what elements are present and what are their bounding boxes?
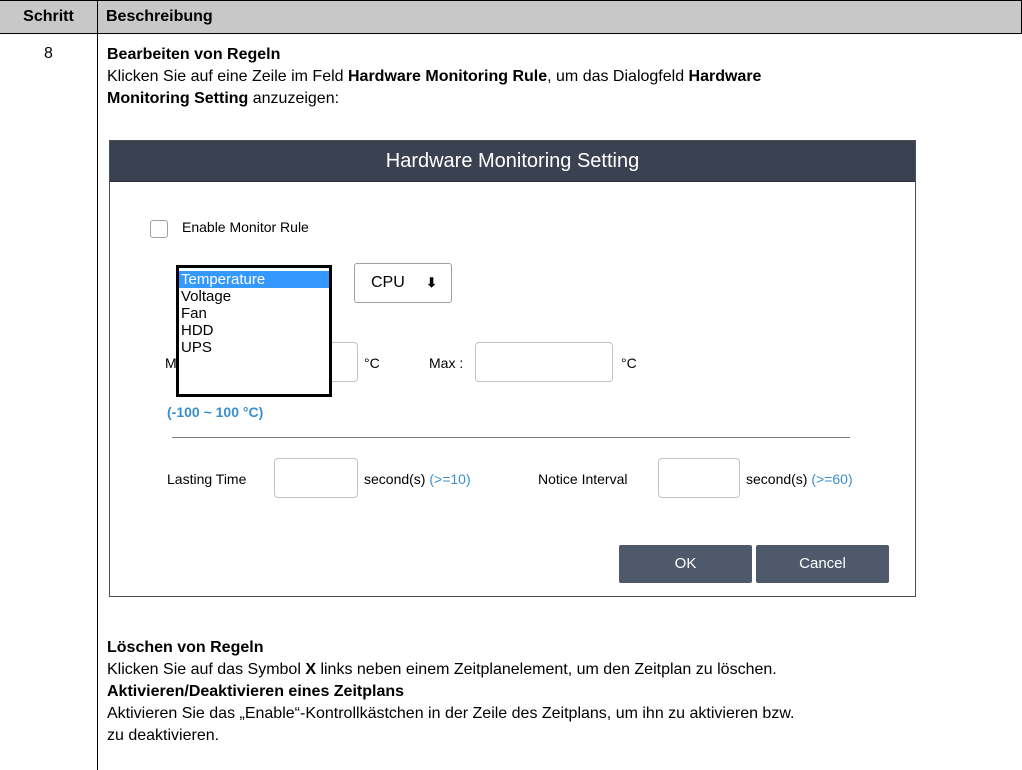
edit-rules-section: Bearbeiten von Regeln Klicken Sie auf ei…	[107, 44, 1012, 110]
dialog-title: Hardware Monitoring Setting	[110, 141, 915, 182]
delete-text-2: links neben einem Zeitplanelement, um de…	[316, 661, 777, 678]
enable-monitor-checkbox[interactable]	[150, 220, 168, 238]
header-step: Schritt	[0, 1, 97, 33]
double-chevron-down-icon: ⬇︎	[426, 275, 437, 290]
max-unit: °C	[621, 355, 637, 371]
column-divider	[97, 0, 98, 770]
toggle-schedule-text-1: Aktivieren Sie das „Enable“-Kontrollkäst…	[107, 705, 795, 722]
edit-bold-3: Monitoring Setting	[107, 90, 249, 107]
min-unit: °C	[364, 355, 380, 371]
delete-text-1: Klicken Sie auf das Symbol	[107, 661, 306, 678]
dialog-body: Enable Monitor Rule M °C Max : °C Temper…	[110, 181, 915, 596]
edit-text-1: Klicken Sie auf eine Zeile im Feld	[107, 68, 348, 85]
edit-rules-text: Klicken Sie auf eine Zeile im Feld Hardw…	[107, 66, 1012, 88]
min-label: M	[165, 355, 177, 371]
notice-interval-label: Notice Interval	[538, 471, 628, 487]
min-input[interactable]	[328, 342, 358, 382]
table-top-border	[0, 0, 1022, 1]
delete-rules-heading: Löschen von Regeln	[107, 639, 264, 656]
lasting-time-label: Lasting Time	[167, 471, 247, 487]
max-input[interactable]	[475, 342, 613, 382]
lasting-hint: (>=10)	[429, 471, 471, 487]
edit-bold-1: Hardware Monitoring Rule	[348, 68, 548, 85]
type-option-fan[interactable]: Fan	[179, 305, 329, 322]
type-option-voltage[interactable]: Voltage	[179, 288, 329, 305]
delete-rules-text: Klicken Sie auf das Symbol X links neben…	[107, 659, 1012, 681]
edit-text-2: , um das Dialogfeld	[547, 68, 689, 85]
header-description: Beschreibung	[97, 1, 1022, 33]
device-select-value: CPU	[371, 274, 405, 291]
lasting-time-input[interactable]	[274, 458, 358, 498]
type-option-ups[interactable]: UPS	[179, 339, 329, 356]
notice-interval-input[interactable]	[658, 458, 740, 498]
header-bottom-border	[0, 33, 1022, 34]
edit-rules-heading: Bearbeiten von Regeln	[107, 46, 281, 63]
notice-unit: second(s) (>=60)	[746, 471, 853, 487]
type-option-hdd[interactable]: HDD	[179, 322, 329, 339]
cancel-button[interactable]: Cancel	[756, 545, 889, 583]
instruction-table: Schritt Beschreibung 8 Bearbeiten von Re…	[0, 0, 1022, 770]
delete-bold-x: X	[305, 661, 316, 678]
max-label: Max :	[429, 355, 464, 371]
step-number: 8	[44, 45, 53, 62]
device-select[interactable]: CPU ⬇︎	[354, 263, 452, 303]
enable-monitor-label: Enable Monitor Rule	[182, 219, 309, 235]
edit-bold-2: Hardware	[688, 68, 762, 85]
ok-button[interactable]: OK	[619, 545, 752, 583]
type-option-temperature[interactable]: Temperature	[179, 271, 329, 288]
dialog-separator	[172, 437, 850, 438]
delete-rules-section: Löschen von Regeln Klicken Sie auf das S…	[107, 637, 1012, 747]
toggle-schedule-heading: Aktivieren/Deaktivieren eines Zeitplans	[107, 683, 405, 700]
toggle-schedule-text-2: zu deaktivieren.	[107, 727, 220, 744]
lasting-unit: second(s) (>=10)	[364, 471, 471, 487]
edit-rules-text-2: Monitoring Setting anzuzeigen:	[107, 88, 1012, 110]
range-hint: (-100 ~ 100 °C)	[167, 404, 264, 420]
notice-unit-text: second(s)	[746, 471, 808, 487]
hardware-monitoring-dialog: Hardware Monitoring Setting Enable Monit…	[109, 140, 916, 597]
type-dropdown-list[interactable]: Temperature Voltage Fan HDD UPS	[176, 265, 332, 397]
edit-text-3: anzuzeigen:	[248, 90, 340, 107]
lasting-unit-text: second(s)	[364, 471, 426, 487]
notice-hint: (>=60)	[811, 471, 853, 487]
